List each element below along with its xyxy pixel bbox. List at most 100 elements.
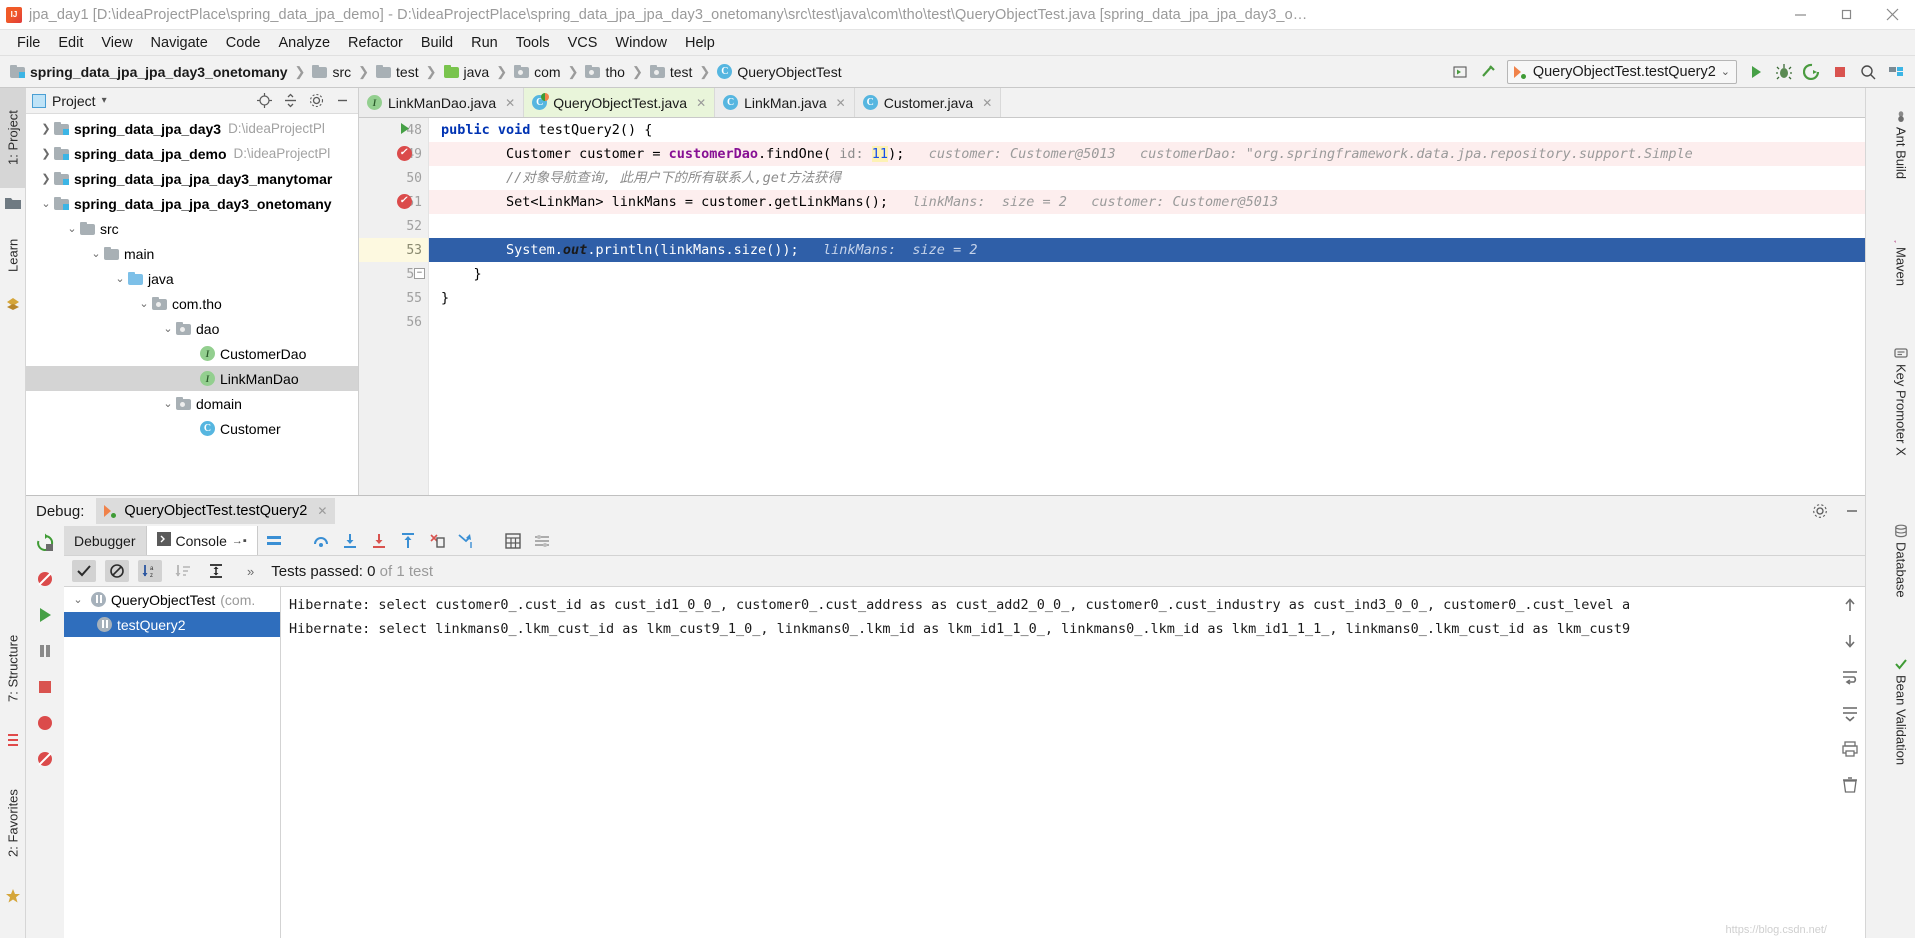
sidebar-item-maven[interactable]: m Maven (1888, 213, 1913, 303)
pin-tab-icon[interactable]: →▪ (232, 535, 247, 547)
stop-icon[interactable] (34, 676, 56, 698)
test-tree-row-method[interactable]: testQuery2 (64, 612, 280, 637)
scroll-down-icon[interactable] (1840, 631, 1860, 651)
breakpoint-verified-icon[interactable]: ✓ (397, 145, 413, 162)
run-test-gutter-icon[interactable] (397, 121, 413, 137)
editor-tab-customer[interactable]: C Customer.java ✕ (854, 88, 1002, 117)
evaluate-expression-icon[interactable] (503, 531, 523, 551)
chevron-down-icon[interactable]: ⌄ (136, 296, 152, 312)
settings-gear-icon[interactable] (1807, 498, 1833, 524)
hide-panel-icon[interactable] (1839, 498, 1865, 524)
chevron-down-icon[interactable]: ⌄ (64, 221, 80, 237)
tree-row-spring-data-jpa-demo[interactable]: ❯ spring_data_jpa_demo D:\ideaProjectPl (26, 141, 358, 166)
sidebar-item-database[interactable]: Database (1889, 508, 1913, 613)
tree-row-com-tho[interactable]: ⌄ com.tho (26, 291, 358, 316)
console-output[interactable]: Hibernate: select customer0_.cust_id as … (281, 587, 1835, 938)
menu-analyze[interactable]: Analyze (269, 33, 339, 53)
menu-vcs[interactable]: VCS (559, 33, 607, 53)
breadcrumb-item-test-pkg[interactable]: test (649, 64, 692, 80)
settings-icon[interactable] (532, 531, 552, 551)
sidebar-item-key-promoter[interactable]: Key Promoter X (1889, 318, 1913, 483)
menu-tools[interactable]: Tools (507, 33, 559, 53)
more-actions-icon[interactable]: » (247, 564, 254, 579)
tree-row-spring-data-jpa-onetomany[interactable]: ⌄ spring_data_jpa_jpa_day3_onetomany (26, 191, 358, 216)
clear-all-icon[interactable] (1840, 775, 1860, 795)
tree-row-spring-data-jpa-manytomany[interactable]: ❯ spring_data_jpa_jpa_day3_manytomar (26, 166, 358, 191)
menu-help[interactable]: Help (676, 33, 724, 53)
chevron-down-icon[interactable]: ⌄ (1721, 65, 1730, 78)
tree-row-main[interactable]: ⌄ main (26, 241, 358, 266)
chevron-down-icon[interactable]: ⌄ (70, 592, 86, 608)
run-configuration-selector[interactable]: QueryObjectTest.testQuery2 ⌄ (1506, 59, 1737, 84)
tree-row-domain[interactable]: ⌄ domain (26, 391, 358, 416)
debug-icon[interactable] (1771, 59, 1797, 85)
hide-icon[interactable] (332, 91, 352, 111)
tree-row-linkmandao[interactable]: I LinkManDao (26, 366, 358, 391)
close-icon[interactable]: ✕ (696, 96, 706, 110)
drop-frame-icon[interactable] (427, 531, 447, 551)
pause-program-icon[interactable] (34, 640, 56, 662)
locate-icon[interactable] (254, 91, 274, 111)
project-structure-icon[interactable] (1883, 59, 1909, 85)
sidebar-item-structure[interactable]: 7: Structure (0, 618, 26, 718)
resume-program-icon[interactable] (34, 604, 56, 626)
show-ignored-icon[interactable] (105, 560, 129, 582)
code-line-49[interactable]: Customer customer = customerDao.findOne(… (429, 142, 1887, 166)
select-opened-file-icon[interactable] (1447, 59, 1473, 85)
menu-file[interactable]: File (8, 33, 49, 53)
sidebar-item-bean-validation[interactable]: Bean Validation (1889, 636, 1913, 786)
collapse-all-icon[interactable] (280, 91, 300, 111)
close-icon[interactable]: ✕ (317, 504, 327, 518)
menu-navigate[interactable]: Navigate (142, 33, 217, 53)
code-line-51[interactable]: Set<LinkMan> linkMans = customer.getLink… (429, 190, 1887, 214)
code-line-50[interactable]: //对象导航查询, 此用户下的所有联系人,get方法获得 (429, 166, 1887, 190)
tree-row-java[interactable]: ⌄ java (26, 266, 358, 291)
sidebar-item-learn[interactable]: Learn (0, 220, 26, 290)
scroll-to-end-icon[interactable] (1840, 703, 1860, 723)
tab-debugger[interactable]: Debugger (64, 526, 147, 555)
run-icon[interactable] (1743, 59, 1769, 85)
breadcrumb-item-com[interactable]: com (514, 64, 561, 80)
tree-row-customer[interactable]: C Customer (26, 416, 358, 441)
settings-gear-icon[interactable] (306, 91, 326, 111)
scroll-up-icon[interactable] (1840, 595, 1860, 615)
code-line-54[interactable]: } (429, 262, 1887, 286)
search-everywhere-icon[interactable] (1855, 59, 1881, 85)
editor-tab-queryobjecttest[interactable]: C QueryObjectTest.java ✕ (524, 88, 716, 117)
test-tree-row-suite[interactable]: ⌄ QueryObjectTest (com. (64, 587, 280, 612)
run-to-cursor-icon[interactable] (456, 531, 476, 551)
test-results-tree[interactable]: ⌄ QueryObjectTest (com. testQuery2 (64, 587, 281, 938)
sidebar-item-ant-build[interactable]: Ant Build (1889, 94, 1913, 194)
chevron-right-icon[interactable]: ❯ (38, 171, 54, 187)
code-line-52[interactable] (429, 214, 1887, 238)
mute-breakpoints-2-icon[interactable] (34, 748, 56, 770)
close-icon[interactable]: ✕ (505, 96, 515, 110)
debug-session-tab[interactable]: QueryObjectTest.testQuery2 ✕ (96, 498, 336, 524)
chevron-down-icon[interactable]: ⌄ (160, 396, 176, 412)
menu-window[interactable]: Window (606, 33, 676, 53)
code-line-55[interactable]: } (429, 286, 1887, 310)
tree-row-customerdao[interactable]: I CustomerDao (26, 341, 358, 366)
sidebar-item-favorites[interactable]: 2: Favorites (0, 768, 26, 878)
code-line-48[interactable]: public void testQuery2() { (429, 118, 1887, 142)
expand-all-icon[interactable] (204, 560, 228, 582)
step-out-icon[interactable] (398, 531, 418, 551)
layout-icon[interactable] (264, 531, 284, 551)
chevron-down-icon[interactable]: ▾ (102, 95, 107, 106)
tree-row-dao[interactable]: ⌄ dao (26, 316, 358, 341)
tree-row-src[interactable]: ⌄ src (26, 216, 358, 241)
view-breakpoints-icon[interactable] (34, 712, 56, 734)
chevron-right-icon[interactable]: ❯ (38, 146, 54, 162)
editor-tab-linkmandao[interactable]: I LinkManDao.java ✕ (359, 88, 525, 117)
print-icon[interactable] (1840, 739, 1860, 759)
breadcrumb-item-test[interactable]: test (376, 64, 419, 80)
sort-by-duration-icon[interactable] (171, 560, 195, 582)
chevron-down-icon[interactable]: ⌄ (88, 246, 104, 262)
breadcrumb-item-java[interactable]: java (443, 64, 489, 80)
close-icon[interactable] (1869, 0, 1915, 30)
code-line-53[interactable]: System.out.println(linkMans.size()); lin… (429, 238, 1887, 262)
close-icon[interactable]: ✕ (982, 96, 992, 110)
breadcrumb-item-tho[interactable]: tho (585, 64, 625, 80)
close-icon[interactable]: ✕ (836, 96, 846, 110)
code-line-56[interactable] (429, 310, 1887, 334)
